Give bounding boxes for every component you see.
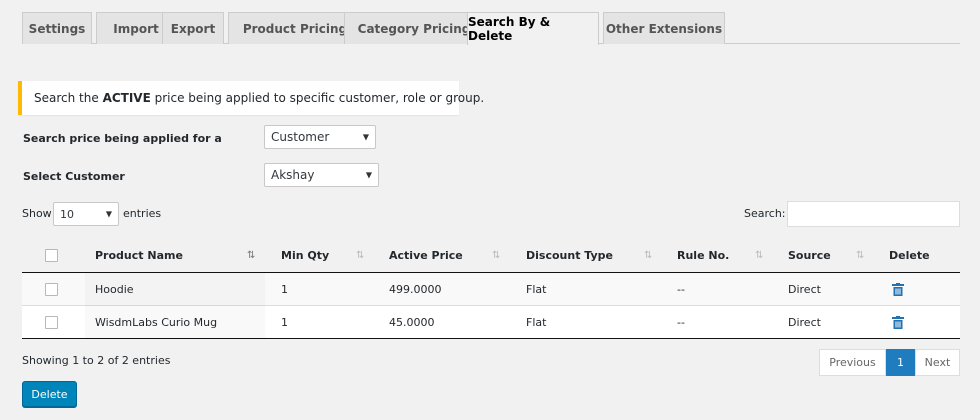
sort-desc-icon[interactable]: ⇅ — [247, 238, 255, 273]
page-length-select[interactable]: 10 ▼ — [53, 202, 119, 226]
sort-icon[interactable]: ⇅ — [755, 238, 763, 273]
notice-prefix: Search the — [34, 91, 103, 105]
tab-other-extensions[interactable]: Other Extensions — [603, 12, 725, 44]
previous-page-button[interactable]: Previous — [819, 349, 886, 376]
notice-suffix: price being applied to specific customer… — [150, 91, 485, 105]
select-all-checkbox[interactable] — [45, 249, 58, 262]
page-length-value: 10 — [60, 207, 74, 221]
tab-bar: Settings Import Export Product Pricing C… — [22, 12, 960, 45]
sort-icon[interactable]: ⇅ — [492, 238, 500, 273]
tab-category-pricing[interactable]: Category Pricing — [344, 12, 484, 44]
table-row: WisdmLabs Curio Mug 1 45.0000 Flat -- Di… — [22, 306, 960, 339]
notice-emphasis: ACTIVE — [102, 91, 151, 105]
cell-price: 45.0000 — [389, 316, 435, 329]
customer-value: Akshay — [271, 168, 315, 182]
info-notice: Search the ACTIVE price being applied to… — [18, 81, 484, 115]
cell-rule: -- — [677, 316, 685, 329]
cell-source: Direct — [788, 316, 821, 329]
table-info: Showing 1 to 2 of 2 entries — [22, 354, 171, 367]
next-page-button[interactable]: Next — [915, 349, 960, 376]
tab-export[interactable]: Export — [162, 12, 224, 44]
cell-discount: Flat — [526, 283, 547, 296]
search-for-select[interactable]: Customer ▼ — [264, 125, 376, 149]
table-header: Product Name ⇅ Min Qty ⇅ Active Price ⇅ … — [22, 238, 960, 273]
customer-label: Select Customer — [23, 170, 125, 183]
search-input[interactable] — [787, 201, 960, 227]
table-row: Hoodie 1 499.0000 Flat -- Direct — [22, 273, 960, 306]
cell-min-qty: 1 — [281, 283, 288, 296]
show-label: Show — [22, 207, 52, 220]
customer-select[interactable]: Akshay ▼ — [264, 163, 379, 187]
sort-icon[interactable]: ⇅ — [356, 238, 364, 273]
col-active-price[interactable]: Active Price — [389, 238, 463, 273]
delete-button[interactable]: Delete — [22, 381, 77, 407]
cell-min-qty: 1 — [281, 316, 288, 329]
trash-icon[interactable] — [892, 283, 904, 296]
cell-source: Direct — [788, 283, 821, 296]
sort-icon[interactable]: ⇅ — [644, 238, 652, 273]
col-source[interactable]: Source — [788, 238, 831, 273]
tab-search-by-delete[interactable]: Search By & Delete — [467, 12, 599, 45]
cell-product: Hoodie — [95, 283, 134, 296]
chevron-down-icon: ▼ — [105, 209, 112, 219]
col-delete: Delete — [889, 249, 930, 262]
search-label: Search: — [744, 207, 786, 220]
row-checkbox[interactable] — [45, 316, 58, 329]
pricing-table: Product Name ⇅ Min Qty ⇅ Active Price ⇅ … — [22, 238, 960, 339]
cell-discount: Flat — [526, 316, 547, 329]
chevron-down-icon: ▼ — [365, 170, 372, 180]
cell-rule: -- — [677, 283, 685, 296]
col-rule-no[interactable]: Rule No. — [677, 238, 729, 273]
current-page-button[interactable]: 1 — [886, 349, 915, 376]
search-for-label: Search price being applied for a — [23, 132, 222, 145]
col-discount-type[interactable]: Discount Type — [526, 238, 613, 273]
search-for-value: Customer — [271, 130, 330, 144]
row-checkbox[interactable] — [45, 283, 58, 296]
cell-product: WisdmLabs Curio Mug — [95, 316, 218, 329]
chevron-down-icon: ▼ — [362, 132, 369, 142]
col-min-qty[interactable]: Min Qty — [281, 238, 329, 273]
entries-label: entries — [123, 207, 162, 220]
sort-icon[interactable]: ⇅ — [856, 238, 864, 273]
trash-icon[interactable] — [892, 316, 904, 329]
tab-settings[interactable]: Settings — [22, 12, 92, 44]
col-product-name[interactable]: Product Name — [95, 238, 183, 273]
tab-product-pricing[interactable]: Product Pricing — [228, 12, 362, 44]
cell-price: 499.0000 — [389, 283, 442, 296]
